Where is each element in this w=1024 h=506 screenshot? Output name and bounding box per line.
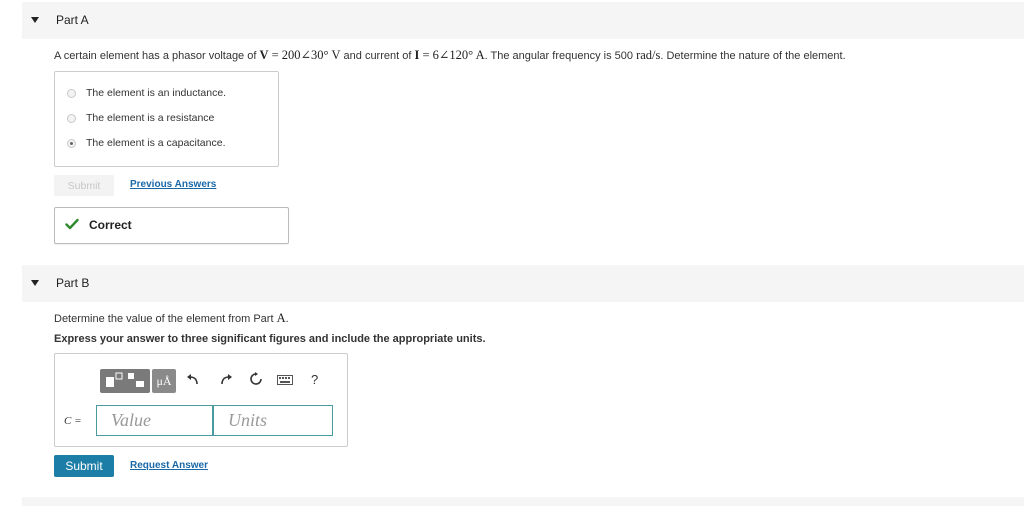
request-answer-link[interactable]: Request Answer [130, 460, 208, 471]
template-button[interactable] [100, 369, 150, 393]
value-input[interactable]: Value [96, 405, 213, 436]
reset-icon[interactable] [249, 372, 263, 386]
next-section-bar [22, 497, 1024, 506]
part-a-header[interactable]: Part A [22, 2, 1024, 39]
answer-entry-box: μÅ ? C = Value Units [54, 353, 348, 447]
part-a-question: A certain element has a phasor voltage o… [54, 48, 846, 62]
variable-label: C = [64, 415, 82, 427]
checkmark-icon [65, 218, 79, 230]
units-input[interactable]: Units [213, 405, 333, 436]
current-symbol: I [414, 48, 420, 62]
units-button[interactable]: μÅ [152, 369, 176, 393]
submit-button[interactable]: Submit [54, 455, 114, 477]
part-b-question: Determine the value of the element from … [54, 311, 289, 325]
part-b-instruction: Express your answer to three significant… [54, 333, 486, 345]
previous-answers-link[interactable]: Previous Answers [130, 179, 216, 190]
feedback-label: Correct [89, 218, 132, 232]
part-b-title: Part B [56, 276, 90, 290]
choice-inductance[interactable]: The element is an inductance. [67, 85, 226, 101]
redo-icon[interactable] [219, 374, 233, 386]
radio-button[interactable] [67, 88, 76, 98]
radio-button-selected[interactable] [67, 138, 76, 148]
choice-capacitance[interactable]: The element is a capacitance. [67, 135, 226, 151]
template-icon [106, 372, 144, 387]
voltage-symbol: V [259, 48, 269, 62]
collapse-caret-icon[interactable] [31, 280, 39, 286]
part-b-header[interactable]: Part B [22, 265, 1024, 302]
undo-icon[interactable] [186, 374, 200, 386]
radio-button[interactable] [67, 113, 76, 123]
collapse-caret-icon[interactable] [31, 17, 39, 23]
feedback-correct: Correct [54, 207, 289, 244]
units-icon: μÅ [156, 373, 172, 388]
help-button[interactable]: ? [311, 372, 318, 387]
part-a-title: Part A [56, 13, 89, 27]
choice-resistance[interactable]: The element is a resistance [67, 110, 214, 126]
answer-choices: The element is an inductance. The elemen… [54, 71, 279, 167]
keyboard-icon[interactable] [277, 375, 293, 385]
submit-button-disabled: Submit [54, 175, 114, 196]
